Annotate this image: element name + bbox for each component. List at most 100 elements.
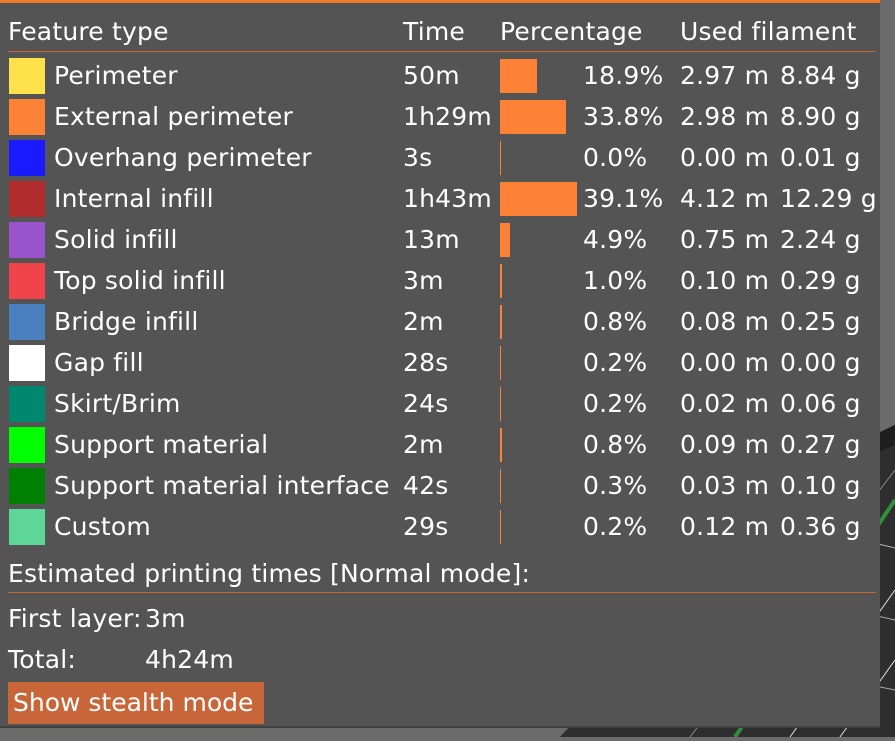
- feature-percentage: 4.9%: [583, 225, 648, 254]
- total-label: Total:: [8, 645, 77, 674]
- feature-length: 0.09 m: [680, 430, 770, 459]
- feature-time: 28s: [403, 348, 449, 377]
- percentage-bar: [500, 469, 501, 503]
- feature-weight: 8.84 g: [780, 61, 861, 90]
- feature-name: Custom: [54, 512, 151, 541]
- percentage-bar: [500, 387, 501, 421]
- estimated-times-heading: Estimated printing times [Normal mode]:: [8, 559, 531, 588]
- feature-color-swatch[interactable]: [9, 427, 45, 463]
- feature-length: 0.02 m: [680, 389, 770, 418]
- feature-weight: 0.01 g: [780, 143, 861, 172]
- feature-row: Perimeter 50m 18.9% 2.97 m 8.84 g: [0, 58, 880, 98]
- percentage-bar: [500, 264, 502, 298]
- feature-color-swatch[interactable]: [9, 345, 45, 381]
- feature-color-swatch[interactable]: [9, 222, 45, 258]
- feature-time: 24s: [403, 389, 449, 418]
- percentage-bar: [500, 305, 502, 339]
- feature-row: Top solid infill 3m 1.0% 0.10 m 0.29 g: [0, 263, 880, 303]
- feature-row: External perimeter 1h29m 33.8% 2.98 m 8.90 g: [0, 99, 880, 139]
- feature-time: 1h43m: [403, 184, 492, 213]
- feature-length: 0.12 m: [680, 512, 770, 541]
- feature-time: 1h29m: [403, 102, 492, 131]
- feature-row: Skirt/Brim 24s 0.2% 0.02 m 0.06 g: [0, 386, 880, 426]
- feature-percentage: 0.2%: [583, 512, 648, 541]
- feature-time: 13m: [403, 225, 460, 254]
- feature-time: 50m: [403, 61, 460, 90]
- percentage-bar: [500, 428, 502, 462]
- feature-name: Overhang perimeter: [54, 143, 312, 172]
- feature-length: 0.75 m: [680, 225, 770, 254]
- feature-percentage: 0.0%: [583, 143, 648, 172]
- feature-color-swatch[interactable]: [9, 386, 45, 422]
- feature-name: Perimeter: [54, 61, 178, 90]
- percentage-bar: [500, 223, 510, 257]
- percentage-bar: [500, 59, 537, 93]
- feature-weight: 12.29 g: [780, 184, 877, 213]
- feature-weight: 0.36 g: [780, 512, 861, 541]
- feature-row: Gap fill 28s 0.2% 0.00 m 0.00 g: [0, 345, 880, 385]
- feature-time: 2m: [403, 307, 444, 336]
- legend-panel: Feature type Time Percentage Used filame…: [0, 0, 880, 728]
- header-divider: [8, 51, 876, 52]
- feature-color-swatch[interactable]: [9, 468, 45, 504]
- feature-weight: 0.27 g: [780, 430, 861, 459]
- feature-percentage: 0.2%: [583, 348, 648, 377]
- total-value: 4h24m: [145, 645, 234, 674]
- header-percentage: Percentage: [500, 17, 643, 46]
- feature-color-swatch[interactable]: [9, 99, 45, 135]
- percentage-bar: [500, 100, 566, 134]
- feature-color-swatch[interactable]: [9, 58, 45, 94]
- feature-name: Top solid infill: [54, 266, 226, 295]
- feature-row: Custom 29s 0.2% 0.12 m 0.36 g: [0, 509, 880, 549]
- feature-length: 2.97 m: [680, 61, 770, 90]
- feature-color-swatch[interactable]: [9, 181, 45, 217]
- feature-percentage: 1.0%: [583, 266, 648, 295]
- feature-time: 2m: [403, 430, 444, 459]
- feature-color-swatch[interactable]: [9, 140, 45, 176]
- feature-weight: 0.10 g: [780, 471, 861, 500]
- feature-color-swatch[interactable]: [9, 304, 45, 340]
- feature-length: 2.98 m: [680, 102, 770, 131]
- feature-time: 3m: [403, 266, 444, 295]
- feature-percentage: 0.8%: [583, 307, 648, 336]
- percentage-bar: [500, 346, 501, 380]
- feature-length: 0.08 m: [680, 307, 770, 336]
- feature-percentage: 0.8%: [583, 430, 648, 459]
- feature-name: Internal infill: [54, 184, 214, 213]
- feature-row: Support material interface 42s 0.3% 0.03 m 0…: [0, 468, 880, 508]
- percentage-bar: [500, 141, 501, 175]
- feature-weight: 8.90 g: [780, 102, 861, 131]
- feature-length: 0.00 m: [680, 143, 770, 172]
- feature-length: 0.10 m: [680, 266, 770, 295]
- feature-color-swatch[interactable]: [9, 263, 45, 299]
- feature-row: Solid infill 13m 4.9% 0.75 m 2.24 g: [0, 222, 880, 262]
- feature-name: Gap fill: [54, 348, 144, 377]
- percentage-bar: [500, 510, 501, 544]
- feature-percentage: 0.2%: [583, 389, 648, 418]
- feature-name: Solid infill: [54, 225, 178, 254]
- feature-weight: 0.25 g: [780, 307, 861, 336]
- feature-length: 0.03 m: [680, 471, 770, 500]
- feature-name: Support material: [54, 430, 269, 459]
- first-layer-label: First layer:: [8, 604, 142, 633]
- feature-weight: 2.24 g: [780, 225, 861, 254]
- feature-name: Support material interface: [54, 471, 390, 500]
- header-used-filament: Used filament: [680, 17, 857, 46]
- show-stealth-mode-button[interactable]: Show stealth mode: [8, 682, 264, 724]
- feature-color-swatch[interactable]: [9, 509, 45, 545]
- estimate-divider: [8, 592, 876, 593]
- feature-weight: 0.06 g: [780, 389, 861, 418]
- feature-time: 29s: [403, 512, 449, 541]
- feature-row: Overhang perimeter 3s 0.0% 0.00 m 0.01 g: [0, 140, 880, 180]
- feature-row: Bridge infill 2m 0.8% 0.08 m 0.25 g: [0, 304, 880, 344]
- feature-percentage: 33.8%: [583, 102, 664, 131]
- feature-row: Internal infill 1h43m 39.1% 4.12 m 12.29 g: [0, 181, 880, 221]
- header-feature-type: Feature type: [8, 17, 169, 46]
- first-layer-value: 3m: [145, 604, 186, 633]
- feature-time: 42s: [403, 471, 449, 500]
- feature-name: External perimeter: [54, 102, 293, 131]
- feature-weight: 0.29 g: [780, 266, 861, 295]
- feature-row: Support material 2m 0.8% 0.09 m 0.27 g: [0, 427, 880, 467]
- percentage-bar: [500, 182, 577, 216]
- feature-length: 4.12 m: [680, 184, 770, 213]
